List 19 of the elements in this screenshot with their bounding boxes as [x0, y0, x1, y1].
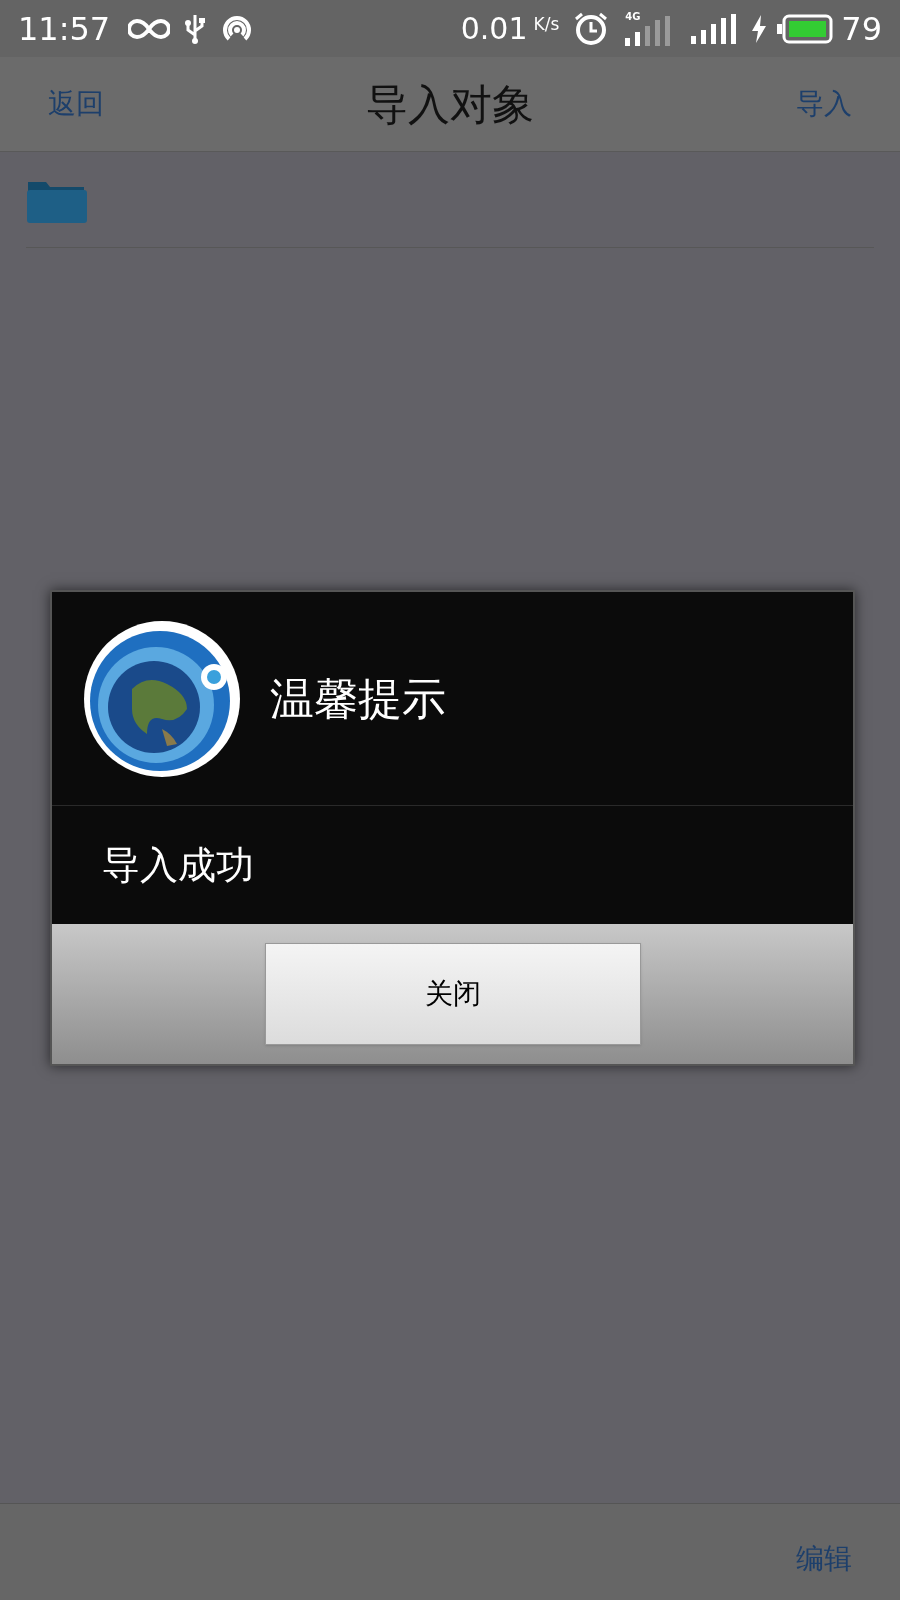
- close-button[interactable]: 关闭: [264, 943, 641, 1045]
- dialog-title: 温馨提示: [270, 671, 446, 726]
- battery-percentage: 79: [841, 8, 882, 50]
- page-title: 导入对象: [366, 78, 534, 131]
- usb-icon: [184, 12, 207, 45]
- network-type: 4G: [625, 11, 641, 22]
- network-speed: 0.01: [460, 10, 528, 48]
- charging-icon: [751, 14, 768, 43]
- alarm-icon: [573, 10, 610, 47]
- infinity-icon: [128, 17, 171, 40]
- speed-unit: K/s: [533, 12, 560, 36]
- dialog-message: 导入成功: [102, 841, 254, 889]
- import-link[interactable]: 导入: [796, 83, 852, 125]
- clock: 11:57: [18, 8, 111, 50]
- edit-link[interactable]: 编辑: [796, 1538, 852, 1580]
- battery-icon: [777, 13, 834, 44]
- signal-icon: [691, 13, 738, 44]
- globe-logo-icon: [82, 618, 242, 779]
- back-link[interactable]: 返回: [48, 83, 104, 125]
